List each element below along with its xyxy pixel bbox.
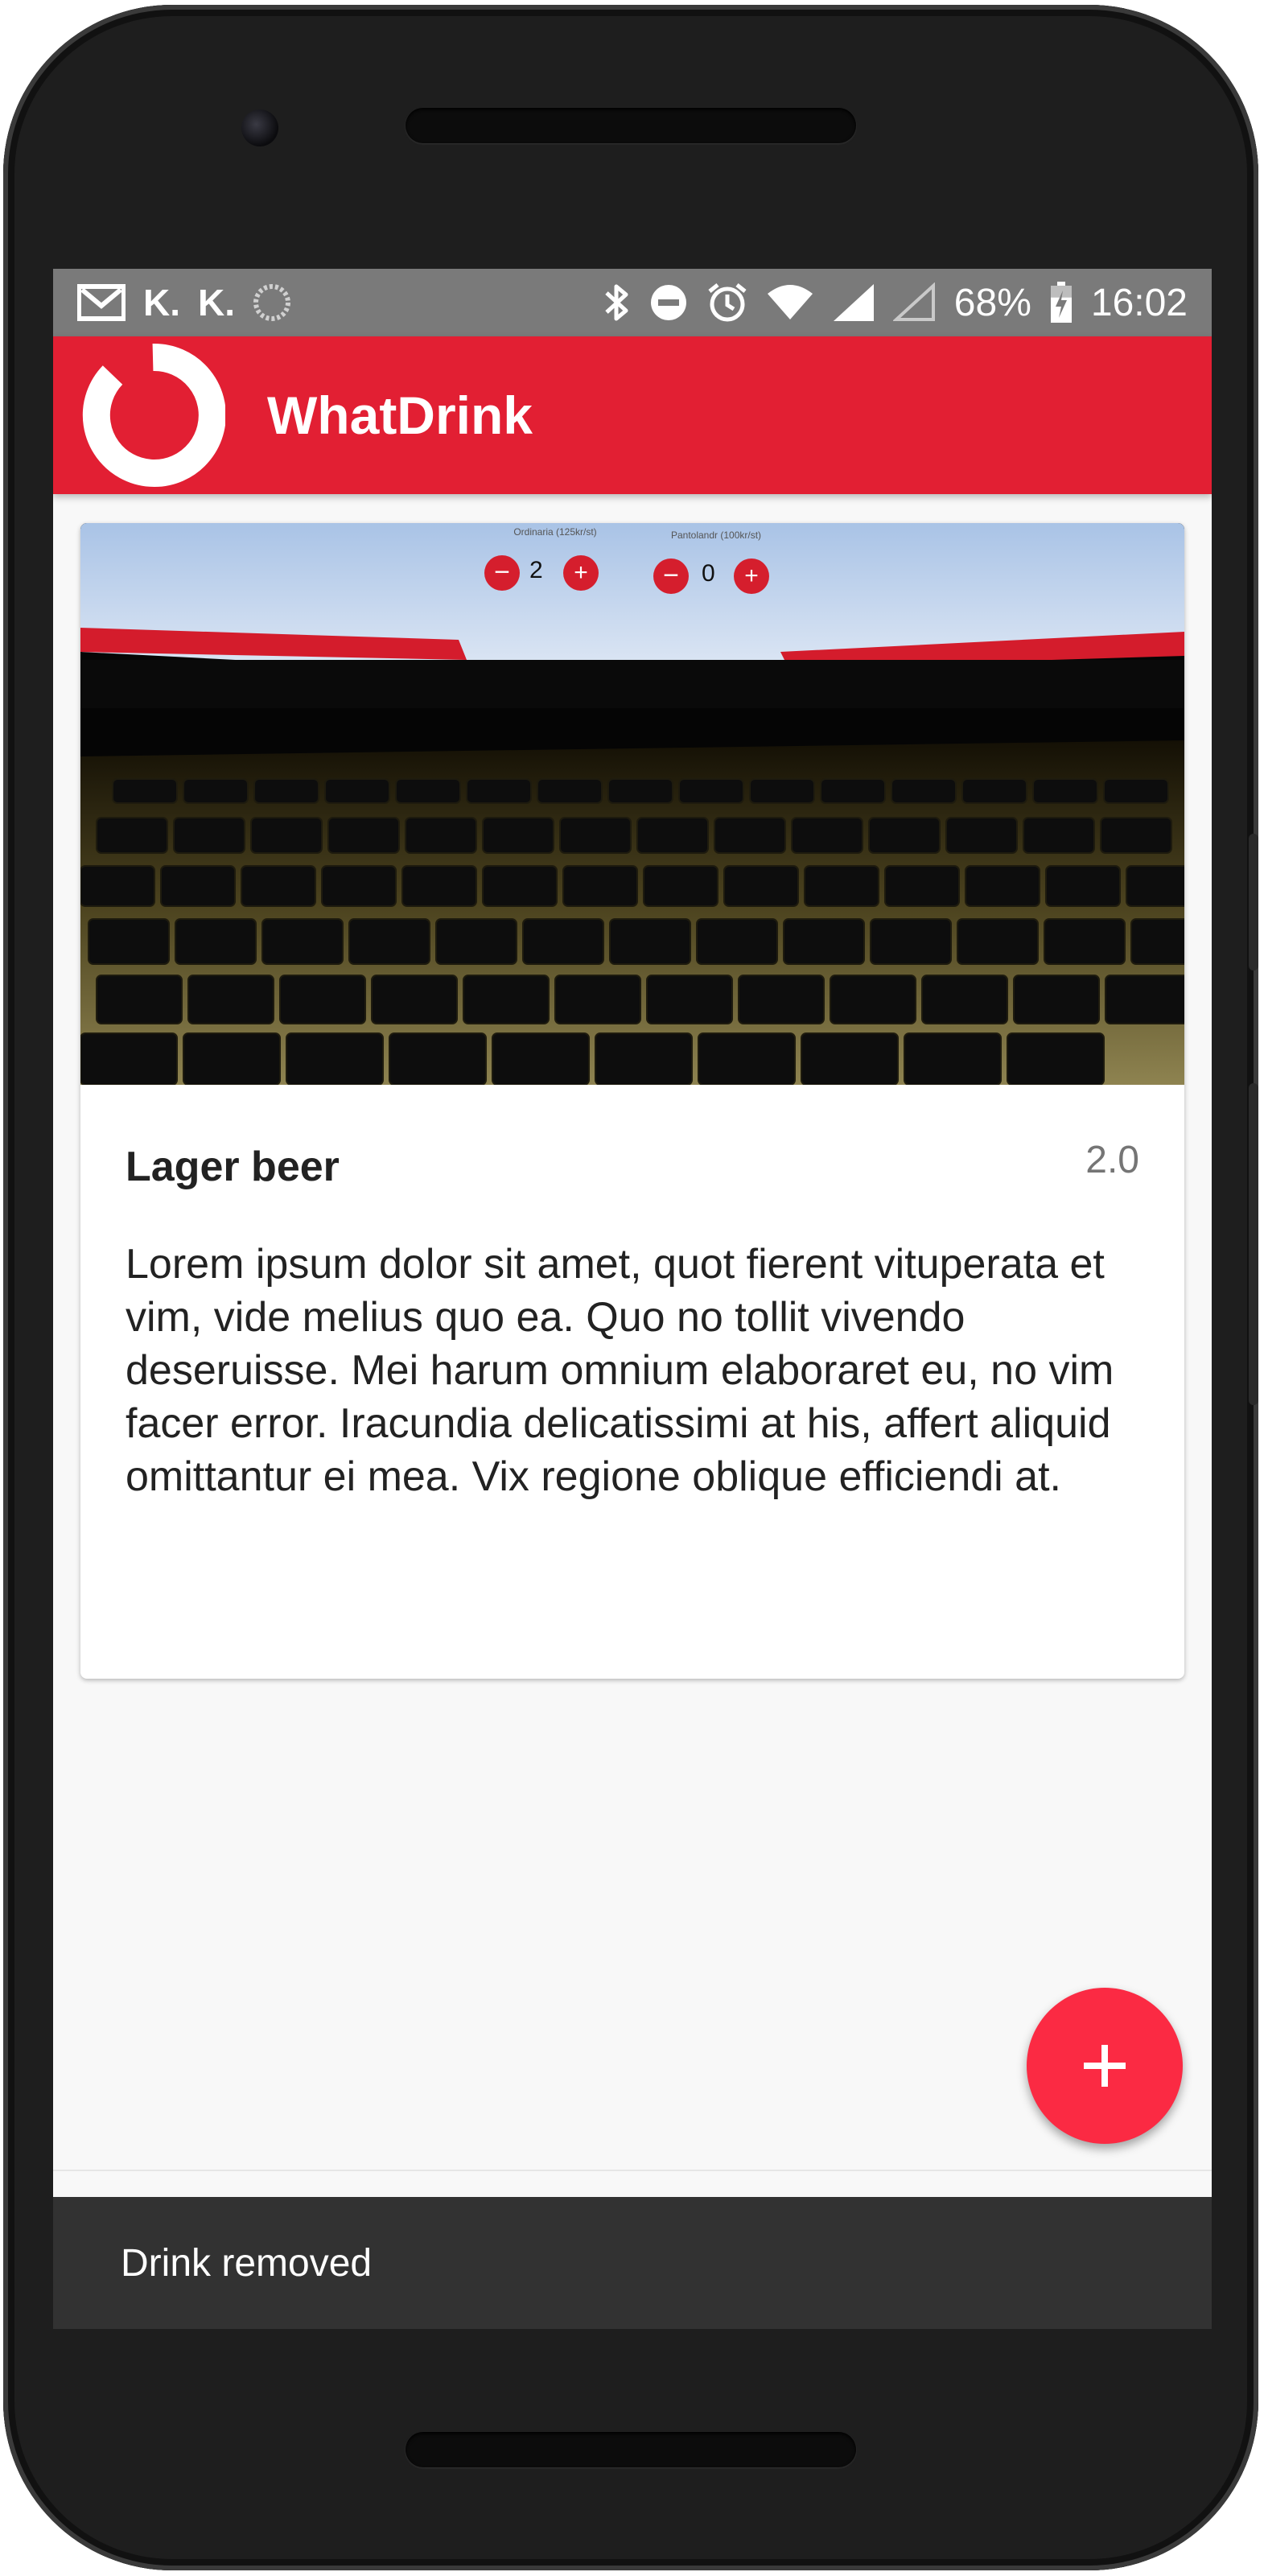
phone-frame: K. K. 68% 16:02 WhatDrink Ordinaria (125…	[3, 5, 1258, 2570]
bluetooth-icon	[603, 278, 631, 327]
drink-card[interactable]: Ordinaria (125kr/st) Pantolandr (100kr/s…	[80, 523, 1184, 1679]
add-drink-button[interactable]	[1027, 1988, 1183, 2144]
drink-description: Lorem ipsum dolor sit amet, quot fierent…	[126, 1241, 1114, 1500]
photo-label-left: Ordinaria (125kr/st)	[513, 526, 597, 538]
signal-empty-icon	[892, 278, 937, 327]
app-bar: WhatDrink	[53, 336, 1212, 494]
drink-image: Ordinaria (125kr/st) Pantolandr (100kr/s…	[80, 523, 1184, 1085]
ring-logo-icon	[80, 343, 226, 488]
top-speaker	[406, 108, 856, 143]
bottom-speaker	[406, 2432, 856, 2467]
photo-count-right: 0	[702, 560, 715, 587]
sync-icon	[253, 278, 291, 327]
plus-icon	[1084, 2045, 1126, 2087]
k-app-icon: K.	[143, 282, 180, 324]
status-bar: K. K. 68% 16:02	[53, 269, 1212, 336]
battery-charging-icon	[1049, 278, 1073, 327]
divider	[53, 2170, 1212, 2171]
photo-plus-right: +	[734, 558, 769, 594]
photo-minus-right: −	[653, 558, 689, 594]
drink-title: Lager beer	[126, 1144, 340, 1190]
wifi-icon	[766, 278, 814, 327]
volume-button	[1249, 834, 1258, 971]
signal-icon	[832, 278, 875, 327]
k-app-icon: K.	[198, 282, 235, 324]
power-button	[1249, 1083, 1258, 1405]
screen: K. K. 68% 16:02 WhatDrink Ordinaria (125…	[53, 269, 1212, 2329]
snackbar-message: Drink removed	[121, 2241, 373, 2285]
photo-minus-left: −	[484, 555, 520, 591]
gmail-icon	[77, 278, 126, 327]
do-not-disturb-icon	[648, 278, 689, 327]
photo-count-left: 2	[529, 557, 543, 583]
clock: 16:02	[1090, 281, 1188, 324]
drink-rating: 2.0	[1085, 1139, 1139, 1181]
photo-label-right: Pantolandr (100kr/st)	[670, 530, 762, 541]
snackbar: Drink removed	[53, 2197, 1212, 2329]
app-title: WhatDrink	[267, 385, 533, 445]
alarm-icon	[706, 278, 748, 327]
front-camera	[241, 109, 278, 146]
battery-percent: 68%	[953, 281, 1031, 324]
photo-plus-left: +	[563, 555, 599, 591]
